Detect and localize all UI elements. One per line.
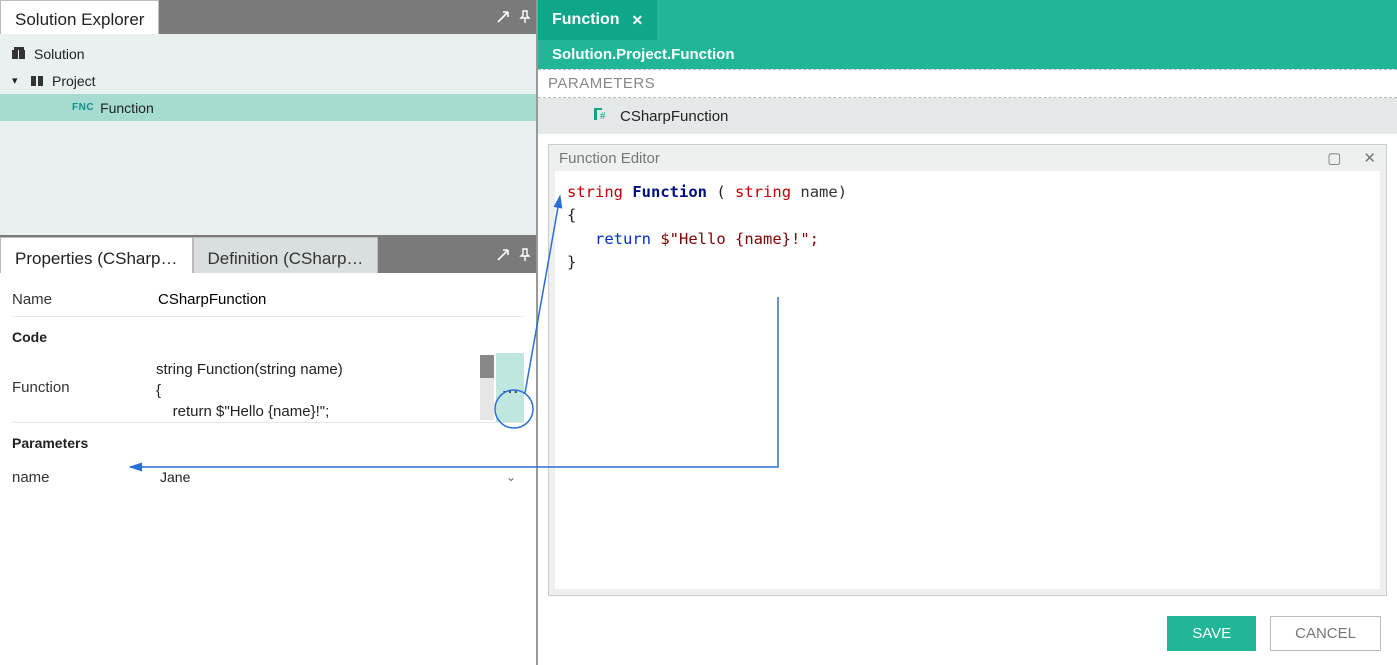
parameters-section-header: Parameters	[12, 423, 524, 459]
pin-icon[interactable]	[514, 0, 536, 34]
save-button[interactable]: SAVE	[1167, 616, 1256, 651]
pin-icon[interactable]	[514, 237, 536, 273]
tab-properties[interactable]: Properties (CSharp…	[0, 237, 193, 273]
name-input[interactable]	[152, 287, 524, 312]
solution-tree: Solution ▾ Project FNC Function	[0, 34, 536, 235]
csharp-icon: #	[594, 106, 612, 126]
sig-open-paren: (	[716, 183, 725, 201]
save-label: SAVE	[1192, 625, 1231, 642]
csharp-function-row[interactable]: # CSharpFunction	[538, 98, 1397, 134]
code-editor[interactable]: string Function ( string name) { return …	[555, 171, 1380, 589]
code-scrollbar[interactable]	[480, 355, 494, 420]
breadcrumb: Solution.Project.Function	[538, 40, 1397, 69]
param-name-value: Jane	[160, 469, 190, 485]
chevron-down-icon: ⌄	[506, 470, 516, 484]
param-name-select[interactable]: Jane ⌄	[152, 465, 524, 489]
tree-item-solution[interactable]: Solution	[0, 40, 536, 67]
solution-explorer-tab[interactable]: Solution Explorer	[0, 0, 159, 34]
popout-icon[interactable]	[492, 0, 514, 34]
brace-open: {	[567, 204, 1368, 227]
project-icon	[30, 74, 46, 88]
tab-definition[interactable]: Definition (CSharp…	[193, 237, 379, 273]
ellipsis-icon: …	[501, 377, 519, 398]
tab-definition-label: Definition (CSharp…	[208, 249, 364, 269]
open-editor-button[interactable]: …	[496, 353, 524, 422]
name-label: Name	[12, 291, 152, 308]
sig-param-name: name)	[800, 183, 847, 201]
tree-item-function[interactable]: FNC Function	[0, 94, 536, 121]
code-section-header: Code	[12, 317, 524, 353]
popout-icon[interactable]	[492, 237, 514, 273]
cancel-button[interactable]: CANCEL	[1270, 616, 1381, 651]
tree-label-function: Function	[100, 100, 154, 116]
param-name-label: name	[12, 469, 152, 486]
return-expression: $"Hello {name}!";	[660, 230, 819, 248]
tree-label-project: Project	[52, 73, 96, 89]
tab-properties-label: Properties (CSharp…	[15, 249, 178, 269]
function-editor: Function Editor ▢ ✕ string Function ( st…	[548, 144, 1387, 596]
tree-label-solution: Solution	[34, 46, 85, 62]
solution-explorer-titlebar: Solution Explorer	[0, 0, 536, 34]
document-tabbar: Function ✕	[538, 0, 1397, 40]
tree-item-project[interactable]: ▾ Project	[0, 67, 536, 94]
function-label: Function	[12, 353, 152, 422]
sig-return-type: string	[567, 183, 623, 201]
sig-param-type: string	[735, 183, 791, 201]
cancel-label: CANCEL	[1295, 625, 1356, 642]
svg-text:#: #	[600, 110, 606, 122]
close-icon[interactable]: ✕	[1363, 149, 1376, 167]
document-tab-function[interactable]: Function ✕	[538, 0, 657, 40]
properties-tabs: Properties (CSharp… Definition (CSharp…	[0, 237, 536, 273]
code-preview-text: string Function(string name) { return $"…	[152, 353, 478, 422]
sig-function-name: Function	[632, 183, 707, 201]
close-icon[interactable]: ✕	[632, 12, 644, 29]
document-tab-label: Function	[552, 11, 620, 29]
brace-close: }	[567, 251, 1368, 274]
editor-title: Function Editor	[559, 150, 660, 167]
expand-arrow-icon[interactable]: ▾	[12, 74, 24, 87]
solution-explorer-title: Solution Explorer	[15, 10, 144, 30]
fnc-badge: FNC	[72, 102, 94, 113]
csharp-function-label: CSharpFunction	[620, 108, 728, 125]
parameters-bar[interactable]: PARAMETERS	[538, 69, 1397, 98]
return-keyword: return	[595, 230, 651, 248]
maximize-icon[interactable]: ▢	[1327, 149, 1341, 167]
solution-icon	[12, 47, 28, 61]
